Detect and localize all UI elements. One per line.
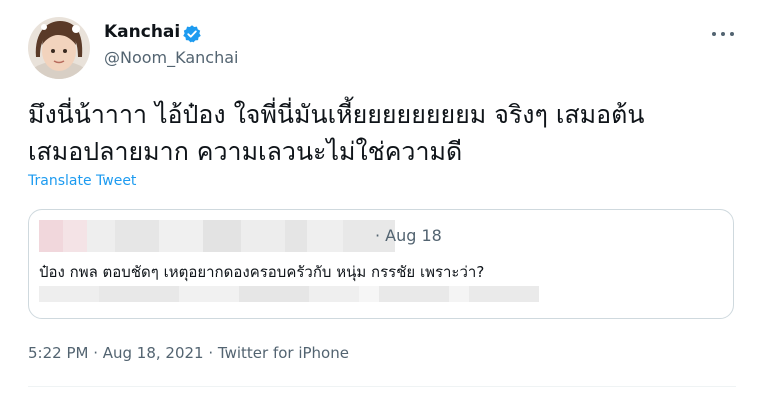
divider bbox=[28, 386, 736, 387]
avatar-image bbox=[28, 17, 90, 79]
tweet-timestamp[interactable]: 5:22 PM · Aug 18, 2021 · Twitter for iPh… bbox=[28, 344, 349, 362]
author-handle[interactable]: @Noom_Kanchai bbox=[104, 48, 238, 67]
blurred-quoted-author bbox=[39, 220, 395, 252]
tweet-card: Kanchai @Noom_Kanchai มึงนี่น้าาาา ไอ้ป๋… bbox=[0, 0, 763, 404]
tweet-text-line-1: มึงนี่น้าาาา ไอ้ป๋อง ใจพี่นี่มันเหี้ยยยย… bbox=[28, 100, 645, 129]
blurred-quoted-text bbox=[39, 286, 539, 302]
more-dots-icon[interactable] bbox=[706, 22, 740, 46]
quoted-tweet[interactable]: · Aug 18 ป๋อง กพล ตอบชัดๆ เหตุอยากดองครอ… bbox=[28, 209, 734, 319]
verified-badge-icon bbox=[182, 24, 202, 44]
translate-tweet-link[interactable]: Translate Tweet bbox=[28, 173, 136, 189]
tweet-text-line-2: เสมอปลายมาก ความเลวนะไม่ใช่ความดี bbox=[28, 137, 463, 166]
tweet-text: มึงนี่น้าาาา ไอ้ป๋อง ใจพี่นี่มันเหี้ยยยย… bbox=[28, 96, 728, 170]
quoted-tweet-text: ป๋อง กพล ตอบชัดๆ เหตุอยากดองครอบครัวกับ … bbox=[39, 263, 485, 281]
quoted-tweet-date: · Aug 18 bbox=[375, 226, 442, 245]
avatar[interactable] bbox=[28, 17, 90, 79]
author-name[interactable]: Kanchai bbox=[104, 22, 180, 42]
